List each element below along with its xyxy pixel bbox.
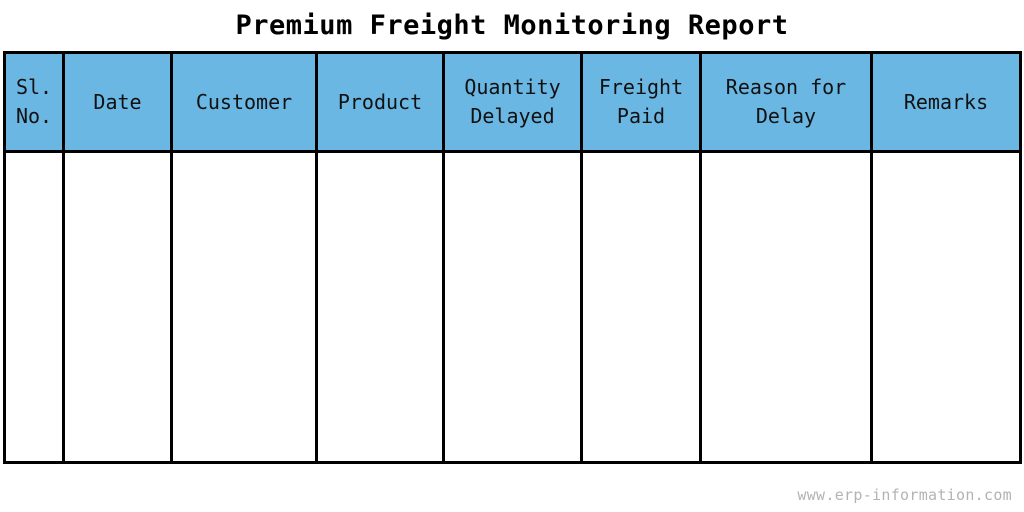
column-header-product: Product: [315, 51, 445, 153]
column-header-remarks: Remarks: [870, 51, 1022, 153]
premium-freight-table: Sl. No. Date Customer Product Quantity D…: [3, 51, 1022, 464]
column-header-quantity-delayed: Quantity Delayed: [442, 51, 583, 153]
column-header-reason-for-delay: Reason for Delay: [699, 51, 873, 153]
table-header-row: Sl. No. Date Customer Product Quantity D…: [3, 51, 1022, 153]
cell-customer[interactable]: [170, 150, 318, 464]
column-header-sl-no: Sl. No.: [3, 51, 65, 153]
cell-date[interactable]: [62, 150, 173, 464]
table-header: Sl. No. Date Customer Product Quantity D…: [3, 51, 1022, 153]
table-row: [3, 150, 1022, 464]
cell-remarks[interactable]: [870, 150, 1022, 464]
site-watermark: www.erp-information.com: [797, 486, 1012, 504]
cell-freight-paid[interactable]: [580, 150, 702, 464]
cell-reason-for-delay[interactable]: [699, 150, 873, 464]
report-page: Premium Freight Monitoring Report Sl. No…: [0, 0, 1024, 512]
column-header-date: Date: [62, 51, 173, 153]
table-body: [3, 150, 1022, 464]
cell-product[interactable]: [315, 150, 445, 464]
column-header-freight-paid: Freight Paid: [580, 51, 702, 153]
cell-sl-no[interactable]: [3, 150, 65, 464]
column-header-customer: Customer: [170, 51, 318, 153]
page-title: Premium Freight Monitoring Report: [235, 10, 789, 41]
cell-quantity-delayed[interactable]: [442, 150, 583, 464]
